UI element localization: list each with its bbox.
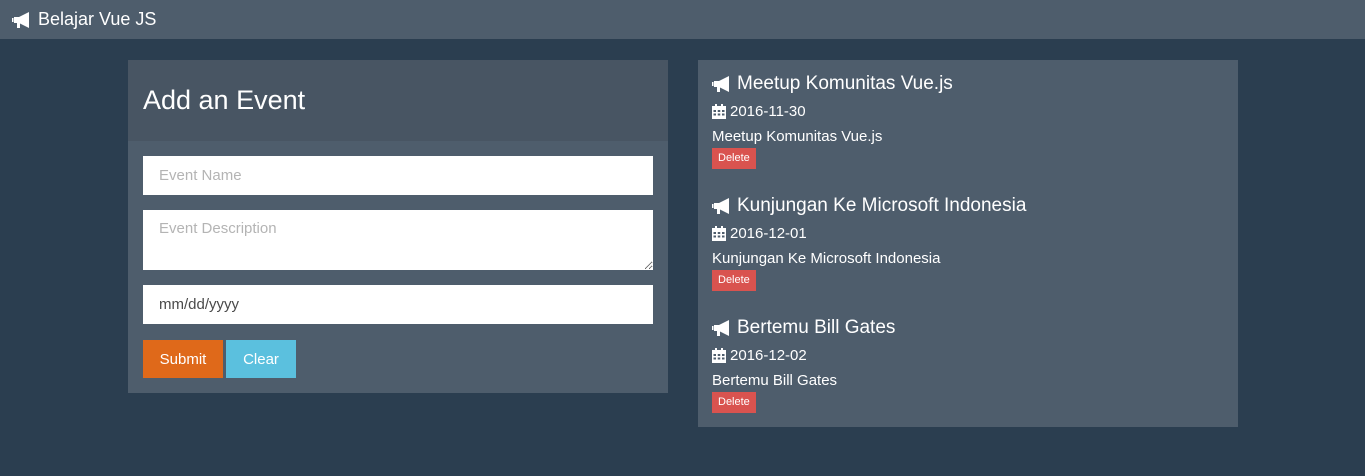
event-date-text: 2016-12-02: [730, 346, 807, 364]
event-date-text: 2016-11-30: [730, 102, 806, 120]
panel-title: Add an Event: [143, 85, 306, 115]
event-item: Kunjungan Ke Microsoft Indonesia 2016-12…: [712, 192, 1222, 291]
event-item: Meetup Komunitas Vue.js 2016-11-30 Meetu…: [712, 70, 1222, 169]
add-event-panel: Add an Event Submit Clear: [128, 60, 668, 393]
event-description: Meetup Komunitas Vue.js: [712, 128, 883, 145]
navbar: Belajar Vue JS: [0, 0, 1365, 39]
event-date: 2016-12-02: [712, 344, 1222, 366]
bullhorn-icon: [12, 11, 34, 29]
event-date-text: 2016-12-01: [730, 224, 807, 242]
event-date: 2016-12-01: [712, 222, 1222, 244]
event-title-text: Bertemu Bill Gates: [737, 317, 896, 338]
calendar-icon: [712, 103, 726, 119]
event-description: Kunjungan Ke Microsoft Indonesia: [712, 250, 941, 267]
event-title-text: Kunjungan Ke Microsoft Indonesia: [737, 195, 1027, 216]
bullhorn-icon: [712, 75, 734, 93]
event-title: Meetup Komunitas Vue.js: [712, 70, 1222, 98]
event-name-input[interactable]: [143, 156, 653, 195]
event-title: Bertemu Bill Gates: [712, 314, 1222, 342]
event-title-text: Meetup Komunitas Vue.js: [737, 73, 953, 94]
event-date: 2016-11-30: [712, 100, 1222, 122]
delete-button[interactable]: Delete: [712, 392, 756, 413]
bullhorn-icon: [712, 197, 734, 215]
calendar-icon: [712, 225, 726, 241]
submit-button[interactable]: Submit: [143, 340, 223, 378]
calendar-icon: [712, 347, 726, 363]
events-list-panel: Meetup Komunitas Vue.js 2016-11-30 Meetu…: [698, 60, 1238, 427]
event-description-input[interactable]: [143, 210, 653, 270]
event-description: Bertemu Bill Gates: [712, 372, 838, 389]
clear-button[interactable]: Clear: [226, 340, 296, 378]
event-item: Bertemu Bill Gates 2016-12-02 Bertemu Bi…: [712, 314, 1222, 413]
brand-label: Belajar Vue JS: [38, 9, 157, 29]
event-date-input[interactable]: [143, 285, 653, 324]
delete-button[interactable]: Delete: [712, 148, 756, 169]
event-title: Kunjungan Ke Microsoft Indonesia: [712, 192, 1222, 220]
panel-heading: Add an Event: [128, 60, 668, 141]
bullhorn-icon: [712, 319, 734, 337]
delete-button[interactable]: Delete: [712, 270, 756, 291]
navbar-brand[interactable]: Belajar Vue JS: [12, 9, 156, 30]
